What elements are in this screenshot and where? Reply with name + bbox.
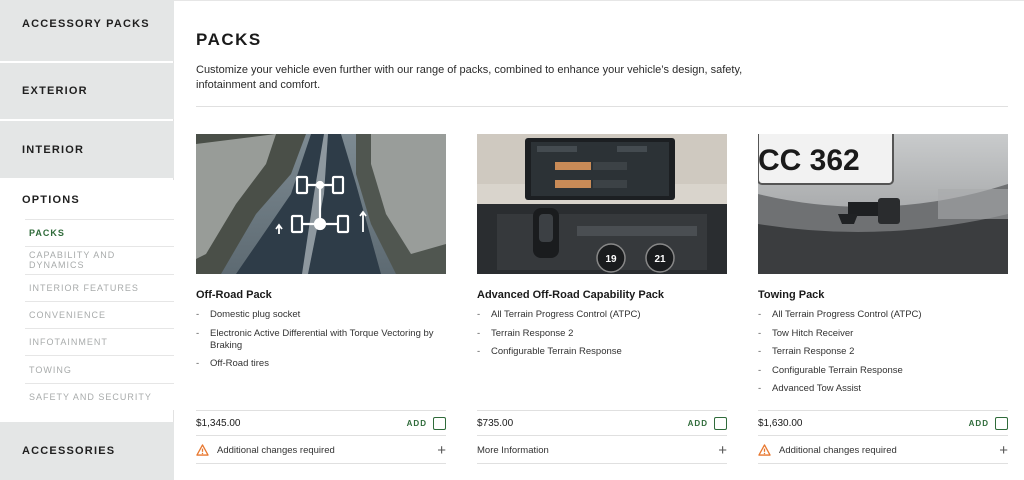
feature-item: Terrain Response 2 [477, 328, 727, 340]
add-checkbox[interactable] [995, 416, 1008, 430]
sidebar-item-capability-and-dynamics[interactable]: CAPABILITY AND DYNAMICS [25, 246, 174, 273]
feature-list: All Terrain Progress Control (ATPC) Tow … [758, 309, 1008, 402]
more-information-row[interactable]: More Information + [477, 437, 727, 464]
sidebar-section-interior[interactable]: INTERIOR [0, 121, 174, 178]
sidebar: ACCESSORY PACKS EXTERIOR INTERIOR OPTION… [0, 0, 174, 480]
add-button[interactable]: ADD [687, 416, 727, 430]
feature-item: Electronic Active Differential with Torq… [196, 328, 446, 352]
additional-changes-row[interactable]: Additional changes required + [758, 437, 1008, 464]
feature-item: All Terrain Progress Control (ATPC) [758, 309, 1008, 321]
info-text: More Information [477, 444, 549, 456]
info-left: More Information [477, 445, 549, 456]
sidebar-item-infotainment[interactable]: INFOTAINMENT [25, 328, 174, 355]
warning-icon [196, 444, 209, 456]
temp-right-readout: 21 [654, 254, 666, 265]
feature-item: Terrain Response 2 [758, 346, 1008, 358]
feature-list: Domestic plug socket Electronic Active D… [196, 309, 446, 377]
sidebar-item-packs[interactable]: PACKS [25, 219, 174, 246]
info-left: Additional changes required [758, 444, 897, 456]
plus-icon[interactable]: + [999, 443, 1008, 458]
add-checkbox[interactable] [433, 416, 446, 430]
license-plate-text: CC 362 [758, 144, 860, 177]
plus-icon[interactable]: + [718, 443, 727, 458]
sidebar-item-convenience[interactable]: CONVENIENCE [25, 300, 174, 328]
price: $735.00 [477, 417, 514, 429]
pack-card-off-road: Off-Road Pack Domestic plug socket Elect… [196, 134, 446, 464]
add-checkbox[interactable] [714, 416, 727, 430]
main-content: PACKS Customize your vehicle even furthe… [174, 0, 1024, 480]
sidebar-item-safety-and-security[interactable]: SAFETY AND SECURITY [25, 382, 174, 410]
add-button[interactable]: ADD [406, 416, 446, 430]
card-title: Off-Road Pack [196, 289, 272, 301]
price: $1,630.00 [758, 417, 803, 429]
price-row: $1,345.00 ADD [196, 410, 446, 436]
off-road-pack-image [196, 134, 446, 274]
price-row: $1,630.00 ADD [758, 410, 1008, 436]
feature-item: Off-Road tires [196, 358, 446, 370]
card-title: Towing Pack [758, 289, 825, 301]
card-title: Advanced Off-Road Capability Pack [477, 289, 665, 301]
feature-item: Configurable Terrain Response [477, 346, 727, 358]
feature-item: All Terrain Progress Control (ATPC) [477, 309, 727, 321]
sidebar-section-exterior[interactable]: EXTERIOR [0, 63, 174, 119]
add-label: ADD [968, 418, 989, 428]
sidebar-item-interior-features[interactable]: INTERIOR FEATURES [25, 273, 174, 301]
sidebar-section-accessories[interactable]: ACCESSORIES [0, 422, 174, 480]
plus-icon[interactable]: + [437, 443, 446, 458]
feature-list: All Terrain Progress Control (ATPC) Terr… [477, 309, 727, 365]
advanced-off-road-pack-image: 19 21 [477, 134, 727, 274]
info-left: Additional changes required [196, 444, 335, 456]
sidebar-section-options[interactable]: OPTIONS [0, 180, 174, 219]
pack-card-advanced-off-road: 19 21 Advanced Off-Road Capability Pack … [477, 134, 727, 464]
sidebar-item-towing[interactable]: TOWING [25, 355, 174, 382]
sidebar-section-accessory-packs[interactable]: ACCESSORY PACKS [0, 0, 174, 61]
top-divider [174, 0, 1024, 1]
price: $1,345.00 [196, 417, 241, 429]
feature-item: Tow Hitch Receiver [758, 328, 1008, 340]
sidebar-options-group: OPTIONS PACKS CAPABILITY AND DYNAMICS IN… [0, 180, 174, 411]
additional-changes-row[interactable]: Additional changes required + [196, 437, 446, 464]
add-label: ADD [406, 418, 427, 428]
section-divider [196, 106, 1008, 107]
info-text: Additional changes required [217, 444, 335, 456]
price-row: $735.00 ADD [477, 410, 727, 436]
temp-left-readout: 19 [605, 254, 617, 265]
towing-pack-image: CC 362 [758, 134, 1008, 274]
info-text: Additional changes required [779, 444, 897, 456]
add-button[interactable]: ADD [968, 416, 1008, 430]
feature-item: Domestic plug socket [196, 309, 446, 321]
feature-item: Configurable Terrain Response [758, 365, 1008, 377]
page-description: Customize your vehicle even further with… [196, 64, 743, 91]
page-title: PACKS [196, 30, 262, 49]
add-label: ADD [687, 418, 708, 428]
warning-icon [758, 444, 771, 456]
feature-item: Advanced Tow Assist [758, 383, 1008, 395]
pack-card-towing: CC 362 Towing Pack All Terrain Progress … [758, 134, 1008, 464]
